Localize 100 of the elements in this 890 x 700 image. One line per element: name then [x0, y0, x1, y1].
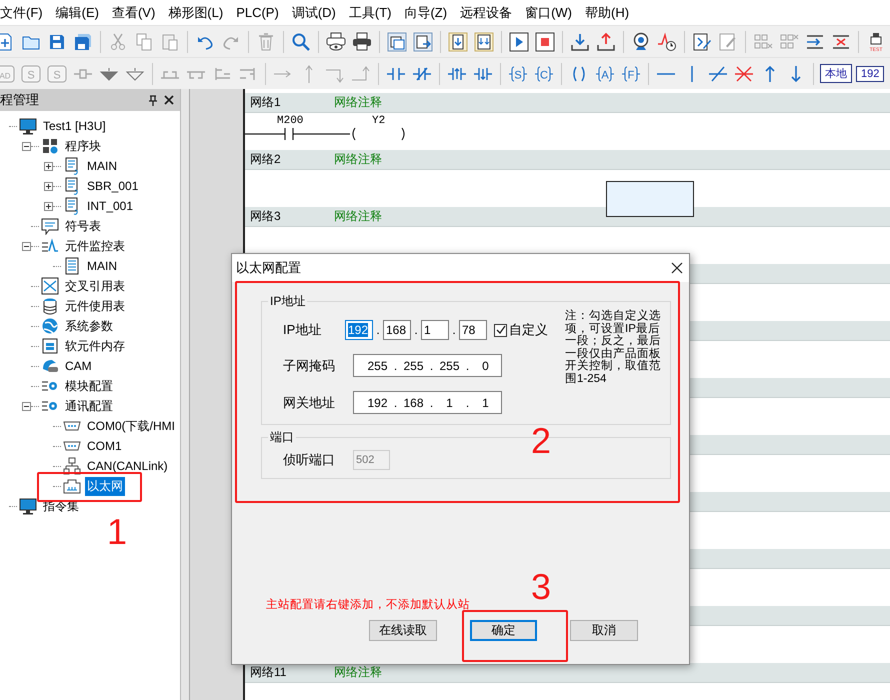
pulse-chart-icon: [41, 237, 59, 255]
ethernet-port-icon: [63, 477, 81, 495]
step-number: 3: [531, 569, 552, 605]
menu-item[interactable]: PLC(P): [236, 5, 288, 20]
network-comment: 网络注释: [334, 208, 382, 225]
edit-icon[interactable]: [692, 32, 712, 52]
tree-item[interactable]: COM0(下载/HMI: [85, 416, 177, 436]
tree-item[interactable]: CAN(CANLink): [85, 458, 170, 474]
menu-item[interactable]: 工具(T): [348, 4, 400, 22]
cross-icon[interactable]: [734, 64, 754, 84]
step-number: 1: [107, 514, 128, 550]
cylinder-icon: [41, 357, 59, 375]
checkbox[interactable]: [494, 324, 507, 336]
octet-text: 192: [366, 396, 389, 410]
network-label: 网络2: [249, 151, 282, 168]
download-icon[interactable]: [570, 32, 590, 52]
expand-icon[interactable]: [44, 202, 53, 210]
station-field[interactable]: 192: [856, 66, 884, 82]
network-comment: 网络注释: [334, 94, 382, 111]
memory-icon: [41, 337, 59, 355]
tree-item[interactable]: CAM: [63, 358, 94, 374]
collapse-icon[interactable]: [22, 242, 31, 250]
menu-item[interactable]: 编辑(E): [56, 4, 108, 22]
windows-icon[interactable]: [387, 32, 407, 52]
paste-icon[interactable]: [160, 32, 180, 52]
network-label: 网络11: [249, 664, 288, 681]
checkbox-label: 自定义: [509, 321, 548, 339]
ip-octet-field[interactable]: 78: [459, 320, 487, 340]
dialog-button[interactable]: 在线读取: [369, 620, 437, 641]
dialog-title: 以太网配置: [236, 259, 302, 277]
tree-item[interactable]: 元件使用表: [63, 296, 127, 316]
dot-separator: .: [375, 323, 381, 337]
menu-item[interactable]: 文件(F): [0, 4, 52, 22]
ip-octet-field[interactable]: 1: [421, 320, 449, 340]
printer-icon[interactable]: [352, 32, 372, 52]
tree-item[interactable]: 交叉引用表: [63, 276, 127, 296]
dot-separator: .: [392, 396, 398, 410]
field-label: 网关地址: [283, 394, 336, 412]
tree-item[interactable]: 符号表: [63, 216, 103, 236]
tree-item[interactable]: 程序块: [63, 136, 103, 156]
dot-separator: .: [451, 323, 457, 337]
menu-item[interactable]: 查看(V): [112, 4, 164, 22]
tree-item[interactable]: 通讯配置: [63, 396, 115, 416]
collapse-icon[interactable]: [22, 142, 31, 150]
tree-item[interactable]: Test1 [H3U]: [41, 118, 108, 134]
menu-item[interactable]: 向导(Z): [404, 4, 456, 22]
document-compare-icon[interactable]: [474, 32, 494, 52]
menu-item[interactable]: 帮助(H): [585, 4, 638, 22]
tree-item[interactable]: COM1: [85, 438, 124, 454]
dot-separator: .: [413, 323, 419, 337]
step-number: 2: [531, 423, 552, 459]
ladder-rung-drawing: M200 Y2: [245, 113, 415, 150]
tree-item[interactable]: 元件监控表: [63, 236, 127, 256]
expand-icon[interactable]: [44, 182, 53, 190]
tree-item[interactable]: MAIN: [85, 158, 119, 174]
search-icon[interactable]: [291, 32, 311, 52]
octet-text: 168: [402, 396, 425, 410]
tree-item[interactable]: SBR_001: [85, 178, 140, 194]
gateway-field[interactable]: 192 . 168 . 1 . 1: [353, 391, 502, 414]
network-label: 网络3: [249, 208, 282, 225]
close-icon[interactable]: [671, 262, 683, 274]
station-field[interactable]: 本地: [820, 64, 852, 83]
tree-item[interactable]: MAIN: [85, 258, 119, 274]
tree-item[interactable]: 模块配置: [63, 376, 115, 396]
dot-separator: .: [464, 396, 470, 410]
menu-item[interactable]: 调试(D): [292, 4, 345, 22]
warning-text: 主站配置请右键添加，不添加默认从站: [266, 597, 470, 612]
tree-item[interactable]: 系统参数: [63, 316, 115, 336]
window-export-icon[interactable]: [413, 32, 433, 52]
tree-item[interactable]: 以太网: [85, 476, 125, 496]
octet-text: 255: [402, 358, 425, 372]
save-all-icon[interactable]: [73, 32, 93, 52]
octet-text: 0: [481, 358, 490, 372]
edit-cursor[interactable]: [606, 181, 694, 217]
menu-item[interactable]: 梯形图(L): [168, 4, 232, 22]
octet-text: 1: [445, 396, 454, 410]
print-preview-icon[interactable]: [326, 32, 346, 52]
dialog-button[interactable]: 确定: [470, 620, 538, 641]
upload-icon[interactable]: [596, 32, 616, 52]
pin-icon[interactable]: [148, 94, 158, 106]
expand-icon[interactable]: [44, 162, 53, 170]
globe-icon: [41, 317, 59, 335]
copy-icon[interactable]: [134, 32, 154, 52]
network-comment: 网络注释: [334, 664, 382, 681]
pencil-note-icon[interactable]: [718, 32, 738, 52]
stop-icon[interactable]: [535, 32, 555, 52]
ip-octet-field[interactable]: 192: [345, 320, 373, 340]
play-icon[interactable]: [509, 32, 529, 52]
subnet-mask-field[interactable]: 255 . 255 . 255 . 0: [353, 354, 502, 377]
tree-item[interactable]: INT_001: [85, 198, 136, 214]
dialog-button[interactable]: 取消: [570, 620, 638, 641]
document-download-icon[interactable]: [448, 32, 468, 52]
menu-item[interactable]: 窗口(W): [525, 4, 582, 22]
waveform-clock-icon[interactable]: [657, 32, 677, 52]
ip-octet-field[interactable]: 168: [383, 320, 411, 340]
close-icon[interactable]: [164, 95, 174, 105]
tree-item[interactable]: 软元件内存: [63, 336, 127, 356]
menu-item[interactable]: 远程设备: [460, 4, 522, 22]
webcam-icon[interactable]: [631, 32, 651, 52]
collapse-icon[interactable]: [22, 402, 31, 410]
